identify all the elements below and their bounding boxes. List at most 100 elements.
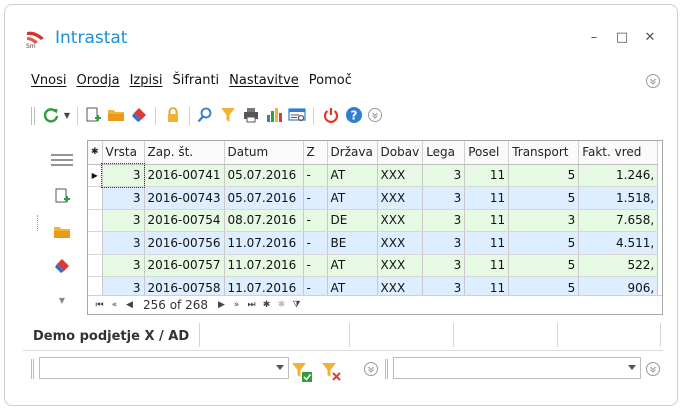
splitter-grip[interactable]: [37, 215, 38, 231]
table-cell[interactable]: XXX: [377, 164, 424, 187]
table-cell[interactable]: 7.658,: [578, 209, 659, 232]
table-cell[interactable]: 2016-00756: [144, 231, 225, 255]
row-indicator[interactable]: [88, 231, 103, 255]
column-header-fakt-vred[interactable]: Fakt. vred: [578, 141, 659, 165]
help-button[interactable]: ?: [344, 105, 364, 125]
column-header-transport[interactable]: Transport: [508, 141, 580, 165]
menu-vnosi[interactable]: Vnosi: [31, 73, 66, 93]
table-cell[interactable]: 5: [508, 254, 580, 277]
table-cell[interactable]: 1.246,: [578, 164, 659, 187]
nav-first-button[interactable]: ⏮: [92, 297, 107, 314]
table-cell[interactable]: AT: [327, 164, 378, 187]
table-cell[interactable]: -: [303, 209, 328, 232]
table-cell[interactable]: 3: [102, 231, 145, 255]
lock-button[interactable]: [163, 105, 183, 125]
table-cell[interactable]: 11.07.2016: [224, 231, 304, 255]
table-cell[interactable]: 11: [464, 209, 510, 232]
nav-append-button[interactable]: ✱: [259, 297, 274, 314]
menu-izpisi[interactable]: Izpisi: [130, 73, 163, 93]
close-button[interactable]: ✕: [641, 29, 659, 47]
table-cell[interactable]: XXX: [377, 209, 424, 232]
row-indicator[interactable]: [88, 186, 103, 210]
right-filter-select[interactable]: [393, 357, 641, 379]
table-cell[interactable]: 4.511,: [578, 231, 659, 255]
table-cell[interactable]: XXX: [377, 254, 424, 277]
expand-icon[interactable]: [645, 73, 661, 89]
column-header-zap-st[interactable]: Zap. št.: [144, 141, 225, 165]
table-row[interactable]: 3 2016-00743 05.07.2016- AT XXX 3 11 5 1.518,: [88, 186, 659, 210]
table-cell[interactable]: 08.07.2016: [224, 209, 304, 232]
column-header-z[interactable]: Z: [303, 141, 328, 165]
menu-orodja[interactable]: Orodja: [76, 73, 119, 93]
column-header-drzava[interactable]: Država: [327, 141, 378, 165]
table-cell[interactable]: 2016-00754: [144, 209, 225, 232]
menu-nastavitve[interactable]: Nastavitve: [229, 73, 299, 93]
report-button[interactable]: [287, 105, 307, 125]
side-delete-button[interactable]: [49, 255, 75, 277]
filter-grip[interactable]: [385, 359, 388, 379]
table-row[interactable]: 3 2016-00754 08.07.2016- DE XXX 3 11 3 7.658,: [88, 209, 659, 232]
nav-prev-button[interactable]: ◀: [122, 297, 137, 314]
table-cell[interactable]: 3: [422, 254, 466, 277]
column-header-vrsta[interactable]: Vrsta: [102, 141, 145, 165]
table-cell[interactable]: -: [303, 164, 328, 187]
table-cell[interactable]: 1.518,: [578, 186, 659, 210]
side-more-button[interactable]: ▼: [49, 289, 75, 311]
expand-icon[interactable]: [645, 361, 661, 377]
column-header-dobav[interactable]: Dobav: [377, 141, 424, 165]
table-cell[interactable]: 5: [508, 164, 580, 187]
delete-button[interactable]: [129, 105, 149, 125]
table-cell[interactable]: -: [303, 186, 328, 210]
table-cell[interactable]: 11.07.2016: [224, 254, 304, 277]
clear-filter-icon[interactable]: [321, 361, 343, 383]
table-cell[interactable]: 3: [102, 209, 145, 232]
table-row[interactable]: 3 2016-00756 11.07.2016- BE XXX 3 11 5 4.511,: [88, 231, 659, 255]
column-header-posel[interactable]: Posel: [464, 141, 510, 165]
refresh-button[interactable]: [41, 105, 61, 125]
table-cell[interactable]: 5: [508, 186, 580, 210]
print-button[interactable]: [241, 105, 261, 125]
table-cell[interactable]: XXX: [377, 231, 424, 255]
left-filter-select[interactable]: [39, 357, 289, 379]
menu-pomoc[interactable]: Pomoč: [309, 73, 352, 93]
table-cell[interactable]: -: [303, 254, 328, 277]
nav-next-page-button[interactable]: »: [229, 297, 244, 314]
nav-last-button[interactable]: ⏭: [244, 297, 259, 314]
table-cell[interactable]: 3: [422, 186, 466, 210]
table-cell[interactable]: 3: [101, 163, 145, 188]
table-cell[interactable]: XXX: [377, 186, 424, 210]
row-indicator[interactable]: [88, 254, 103, 277]
table-cell[interactable]: -: [303, 231, 328, 255]
table-cell[interactable]: AT: [327, 186, 378, 210]
filter-button[interactable]: [218, 105, 238, 125]
open-button[interactable]: [106, 105, 126, 125]
side-new-button[interactable]: [49, 185, 75, 207]
table-cell[interactable]: 2016-00741: [144, 164, 225, 187]
table-cell[interactable]: 5: [508, 231, 580, 255]
table-cell[interactable]: 11: [464, 164, 510, 187]
apply-filter-icon[interactable]: [291, 361, 313, 383]
table-cell[interactable]: DE: [327, 209, 378, 232]
nav-insert-button[interactable]: ✱: [274, 297, 289, 314]
table-cell[interactable]: 3: [102, 254, 145, 277]
table-cell[interactable]: 3: [422, 209, 466, 232]
table-cell[interactable]: AT: [327, 254, 378, 277]
filter-grip[interactable]: [31, 359, 34, 379]
table-cell[interactable]: 3: [508, 209, 580, 232]
menu-sifranti[interactable]: Šifranti: [172, 73, 219, 93]
minimize-button[interactable]: –: [585, 29, 603, 47]
table-cell[interactable]: BE: [327, 231, 378, 255]
row-indicator[interactable]: [88, 209, 103, 232]
side-open-button[interactable]: [49, 221, 75, 243]
column-header-lega[interactable]: Lega: [422, 141, 466, 165]
table-cell[interactable]: 05.07.2016: [224, 164, 304, 187]
column-header-datum[interactable]: Datum: [224, 141, 304, 165]
maximize-button[interactable]: □: [613, 29, 631, 47]
exit-button[interactable]: [321, 105, 341, 125]
chart-button[interactable]: [264, 105, 284, 125]
table-cell[interactable]: 11: [464, 231, 510, 255]
table-row[interactable]: 3 2016-00757 11.07.2016- AT XXX 3 11 5 522,: [88, 254, 659, 277]
toolbar-expand-button[interactable]: [365, 105, 385, 125]
row-indicator[interactable]: ▶: [88, 164, 103, 187]
table-cell[interactable]: 3: [102, 186, 145, 210]
